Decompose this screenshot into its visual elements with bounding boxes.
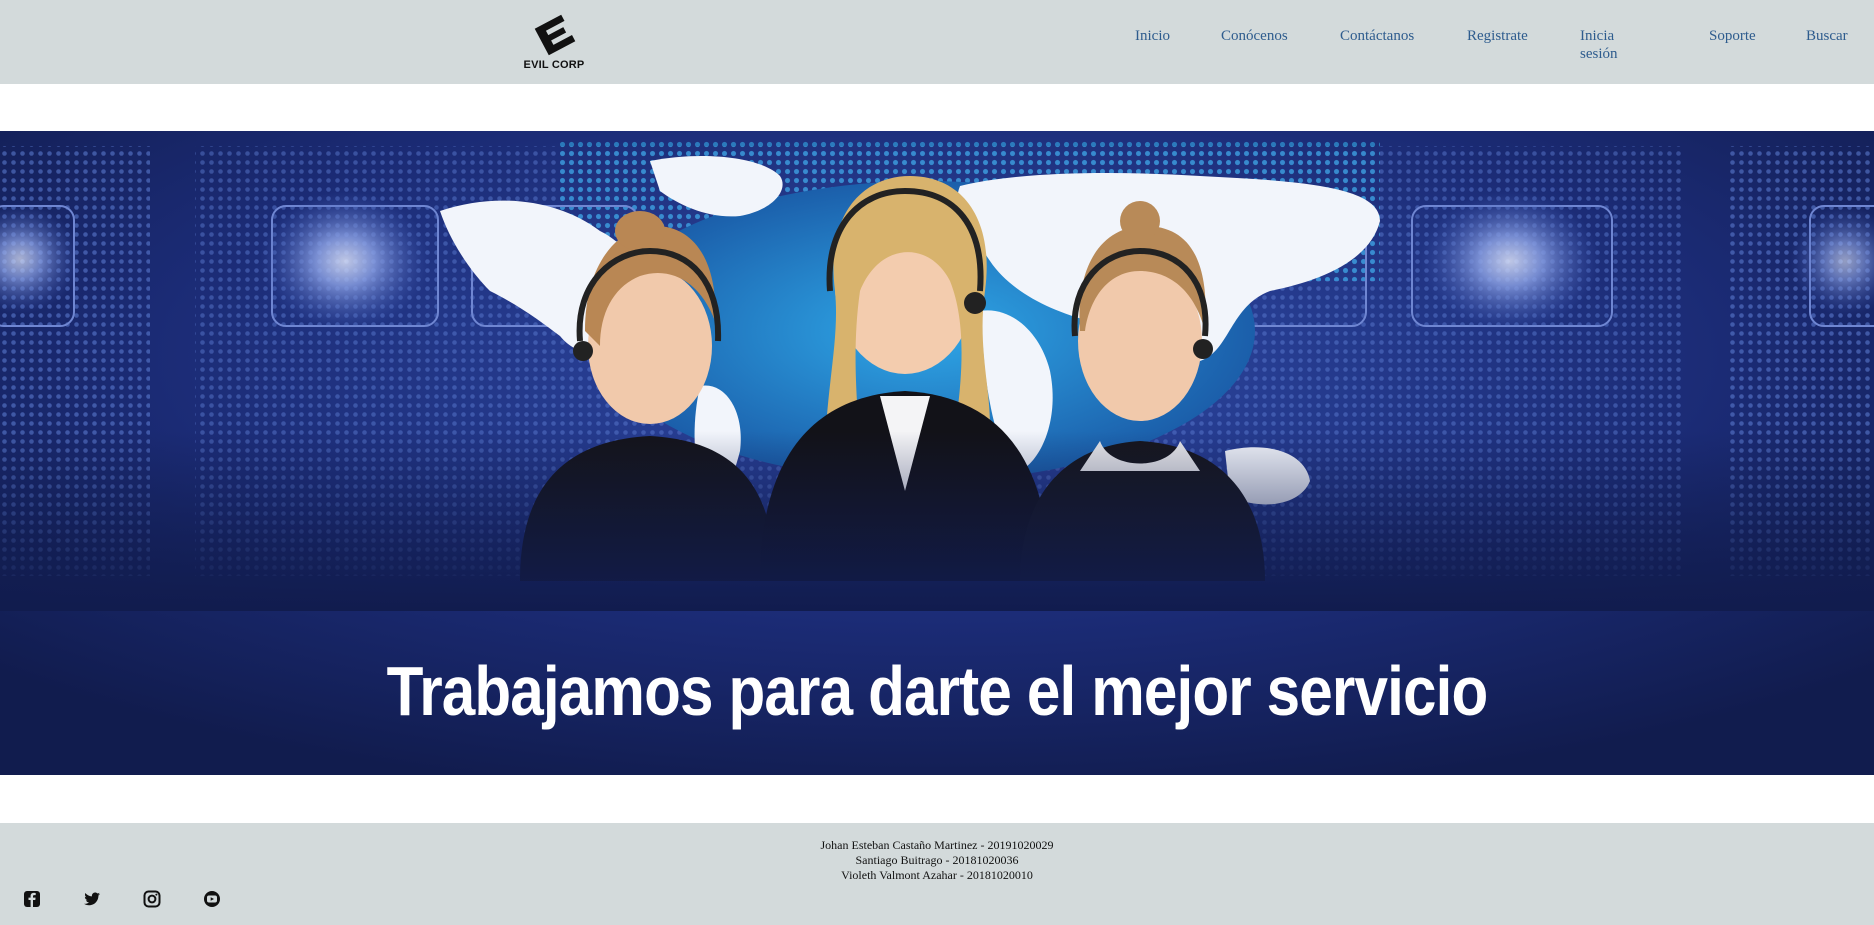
- facebook-icon[interactable]: [23, 890, 41, 908]
- twitter-icon[interactable]: [83, 890, 101, 908]
- nav-inicia-sesion[interactable]: Inicia sesión: [1580, 27, 1642, 63]
- nav-buscar[interactable]: Buscar: [1806, 27, 1848, 45]
- credits: Johan Esteban Castaño Martinez - 2019102…: [0, 838, 1874, 883]
- credit-line: Violeth Valmont Azahar - 20181020010: [841, 868, 1033, 882]
- nav-contactanos[interactable]: Contáctanos: [1340, 27, 1414, 45]
- hero-banner: Trabajamos para darte el mejor servicio: [0, 131, 1874, 775]
- nav-conocenos[interactable]: Conócenos: [1221, 27, 1288, 45]
- nav-soporte[interactable]: Soporte: [1709, 27, 1756, 45]
- brand-name: EVIL CORP: [523, 59, 585, 71]
- brand-logo[interactable]: EVIL CORP: [520, 12, 590, 74]
- evil-corp-logo-icon: [534, 14, 576, 56]
- site-footer: Johan Esteban Castaño Martinez - 2019102…: [0, 823, 1874, 925]
- nav-inicio[interactable]: Inicio: [1135, 27, 1170, 45]
- youtube-icon[interactable]: [203, 890, 221, 908]
- instagram-icon[interactable]: [143, 890, 161, 908]
- credit-line: Santiago Buitrago - 20181020036: [855, 853, 1019, 867]
- site-header: EVIL CORP Inicio Conócenos Contáctanos R…: [0, 0, 1874, 84]
- nav-registrate[interactable]: Registrate: [1467, 27, 1528, 45]
- credit-line: Johan Esteban Castaño Martinez - 2019102…: [820, 838, 1054, 852]
- hero-title: Trabajamos para darte el mejor servicio: [386, 652, 1489, 730]
